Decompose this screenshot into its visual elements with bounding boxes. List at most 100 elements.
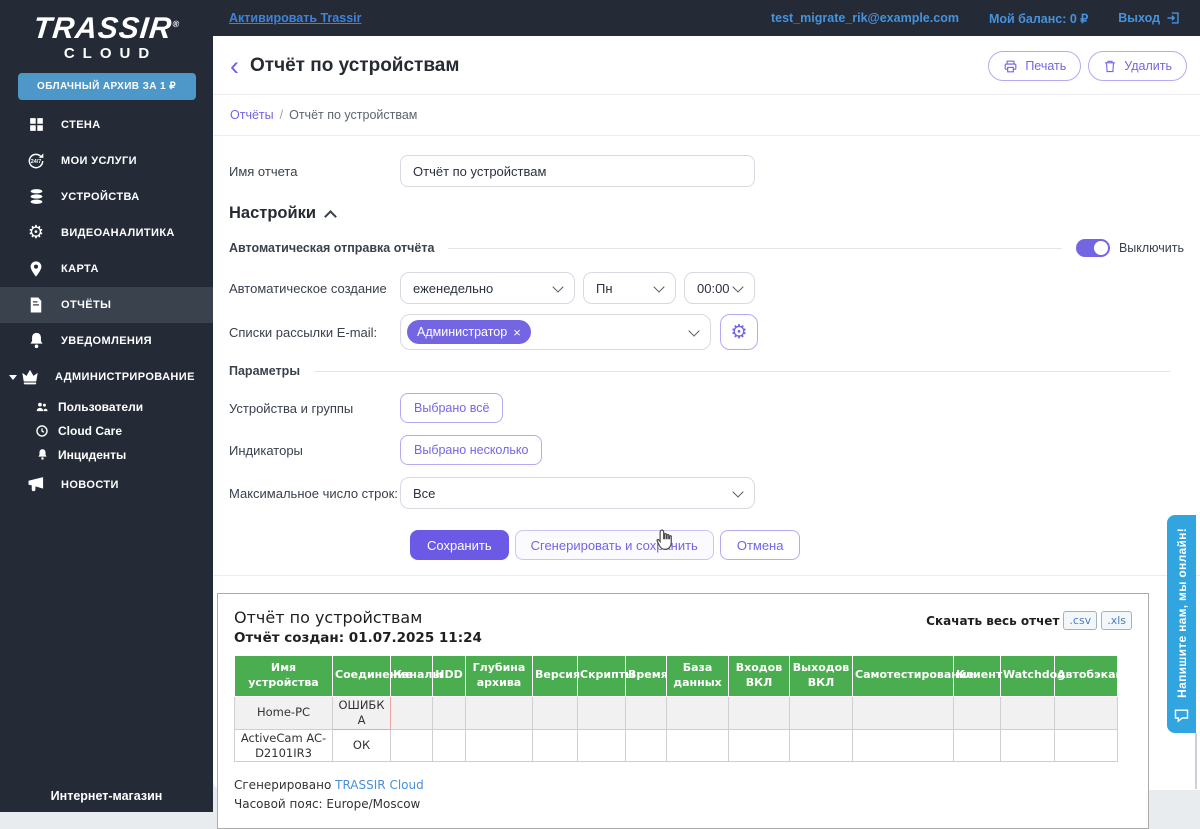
- report-column-header: Время: [625, 655, 668, 697]
- report-cell: [625, 728, 667, 763]
- topbar-right: test_migrate_rik@example.com Мой баланс:…: [771, 11, 1180, 26]
- report-cell: [789, 695, 853, 730]
- trash-icon: [1105, 60, 1116, 73]
- back-chevron-icon[interactable]: ‹: [230, 53, 239, 80]
- auto-send-state-label: Выключить: [1118, 241, 1184, 255]
- auto-create-row: Автоматическое создание еженедельно Пн 0…: [229, 272, 1184, 304]
- settings-section-header[interactable]: Настройки: [229, 204, 1184, 223]
- logout-link[interactable]: Выход: [1118, 11, 1180, 25]
- breadcrumb-reports-link[interactable]: Отчёты: [230, 108, 274, 122]
- download-xls-button[interactable]: .xls: [1101, 611, 1132, 630]
- report-cell: [666, 695, 729, 730]
- email-list-tag[interactable]: Администратор ×: [407, 320, 531, 344]
- params-section-row: Параметры: [229, 364, 1184, 378]
- bell-icon: [26, 331, 46, 351]
- chevron-down-icon: [732, 280, 744, 293]
- chevron-up-icon: [324, 209, 337, 223]
- sidebar-item-administration[interactable]: АДМИНИСТРИРОВАНИЕ: [0, 359, 213, 395]
- sidebar-item-news[interactable]: НОВОСТИ: [0, 467, 213, 503]
- report-column-header: Автобэкап: [1054, 655, 1123, 697]
- internet-shop-link[interactable]: Интернет-магазин: [0, 789, 213, 803]
- report-title: Отчёт по устройствам: [234, 608, 423, 627]
- chevron-down-icon: [688, 324, 700, 337]
- page-title: Отчёт по устройствам: [250, 55, 460, 76]
- report-cell: [1000, 695, 1055, 730]
- time-select[interactable]: 00:00: [684, 272, 755, 304]
- report-cell: [666, 728, 729, 763]
- chat-tab[interactable]: Напишите нам, мы онлайн!: [1167, 515, 1196, 733]
- sidebar-item-wall[interactable]: СТЕНА: [0, 107, 213, 143]
- sidebar-subitem-incidents[interactable]: Инциденты: [0, 443, 213, 467]
- sidebar-subitem-cloud-care[interactable]: Cloud Care: [0, 419, 213, 443]
- delete-button[interactable]: Удалить: [1088, 51, 1187, 81]
- download-csv-button[interactable]: .csv: [1063, 611, 1098, 630]
- generate-and-save-button[interactable]: Сгенерировать и сохранить: [514, 530, 714, 560]
- topbar: Активировать Trassir test_migrate_rik@ex…: [213, 0, 1200, 36]
- report-column-header: HDD: [432, 655, 466, 697]
- report-head: Отчёт по устройствам Отчёт создан: 01.07…: [234, 608, 1132, 646]
- chevron-down-icon: [552, 280, 564, 293]
- sidebar-item-my-services[interactable]: 24/7 МОИ УСЛУГИ: [0, 143, 213, 179]
- divider-line: [448, 247, 1062, 249]
- report-row: ActiveCam AC-D2101IR3 ОК: [234, 728, 1118, 763]
- divider-line: [314, 370, 1170, 372]
- report-cell: [789, 728, 853, 763]
- report-column-header: Соединение: [332, 655, 413, 697]
- report-cell: [390, 695, 433, 730]
- weekday-select[interactable]: Пн: [583, 272, 676, 304]
- printer-icon: [1004, 60, 1017, 72]
- toggle-knob: [1093, 241, 1108, 255]
- report-cell: [577, 695, 626, 730]
- indicators-select-button[interactable]: Выбрано несколько: [400, 435, 543, 465]
- email-lists-row: Списки рассылки E-mail: Администратор × …: [229, 314, 1184, 350]
- devices-select-button[interactable]: Выбрано всё: [400, 393, 504, 423]
- user-email[interactable]: test_migrate_rik@example.com: [771, 11, 959, 25]
- report-name-input[interactable]: [400, 155, 755, 187]
- balance-link[interactable]: Мой баланс: 0 ₽: [989, 11, 1088, 26]
- report-cell: ActiveCam AC-D2101IR3: [234, 728, 333, 763]
- trassir-cloud-link[interactable]: TRASSIR Cloud: [335, 778, 424, 792]
- email-lists-settings-button[interactable]: ⚙: [720, 314, 758, 350]
- report-name-label: Имя отчета: [229, 163, 298, 179]
- report-cell: [852, 695, 954, 730]
- activate-trassir-link[interactable]: Активировать Trassir: [229, 11, 361, 25]
- cloud-care-icon: [35, 424, 49, 438]
- report-cell: [953, 728, 1001, 763]
- auto-send-label: Автоматическая отправка отчёта: [229, 241, 435, 255]
- report-cell: [953, 695, 1001, 730]
- auto-send-toggle[interactable]: [1075, 239, 1110, 257]
- reports-document-icon: [26, 295, 46, 315]
- sidebar-item-video-analytics[interactable]: ⚙ ВИДЕОАНАЛИТИКА: [0, 215, 213, 251]
- map-pin-icon: [26, 259, 46, 279]
- breadcrumb-separator: /: [279, 108, 284, 122]
- gear-icon: ⚙: [730, 320, 748, 343]
- sidebar-item-map[interactable]: КАРТА: [0, 251, 213, 287]
- collapse-arrow-icon[interactable]: [9, 374, 17, 380]
- remove-tag-icon[interactable]: ×: [513, 325, 521, 340]
- sidebar-item-notifications[interactable]: УВЕДОМЛЕНИЯ: [0, 323, 213, 359]
- report-cell: [432, 728, 466, 763]
- report-cell: [465, 728, 533, 763]
- crown-icon: [20, 367, 40, 387]
- cancel-button[interactable]: Отмена: [719, 530, 801, 560]
- report-table: Имя устройства Соединение Каналы HDD Глубина…: [234, 655, 1123, 763]
- email-lists-multiselect[interactable]: Администратор ×: [400, 314, 711, 350]
- logout-icon: [1167, 12, 1179, 24]
- report-cell: [532, 695, 578, 730]
- chat-tab-label: Напишите нам, мы онлайн!: [1174, 528, 1189, 698]
- sidebar-nav: СТЕНА 24/7 МОИ УСЛУГИ УСТРОЙСТВА ⚙ ВИДЕО…: [0, 107, 213, 503]
- cloud-archive-promo-button[interactable]: ОБЛАЧНЫЙ АРХИВ ЗА 1 ₽: [17, 72, 196, 100]
- auto-create-label: Автоматическое создание: [229, 280, 387, 296]
- sidebar-subitem-users[interactable]: Пользователи: [0, 395, 213, 419]
- sidebar-item-devices[interactable]: УСТРОЙСТВА: [0, 179, 213, 215]
- report-cell: [532, 728, 578, 763]
- period-select[interactable]: еженедельно: [400, 272, 575, 304]
- save-button[interactable]: Сохранить: [410, 530, 509, 560]
- report-column-header: Версия: [532, 655, 580, 697]
- sidebar-item-reports[interactable]: ОТЧЁТЫ: [0, 286, 213, 323]
- devices-label: Устройства и группы: [229, 400, 354, 416]
- max-rows-select[interactable]: Все: [400, 477, 755, 509]
- report-created: Отчёт создан: 01.07.2025 11:24: [234, 630, 482, 646]
- report-cell: [390, 728, 433, 763]
- print-button[interactable]: Печать: [988, 51, 1082, 81]
